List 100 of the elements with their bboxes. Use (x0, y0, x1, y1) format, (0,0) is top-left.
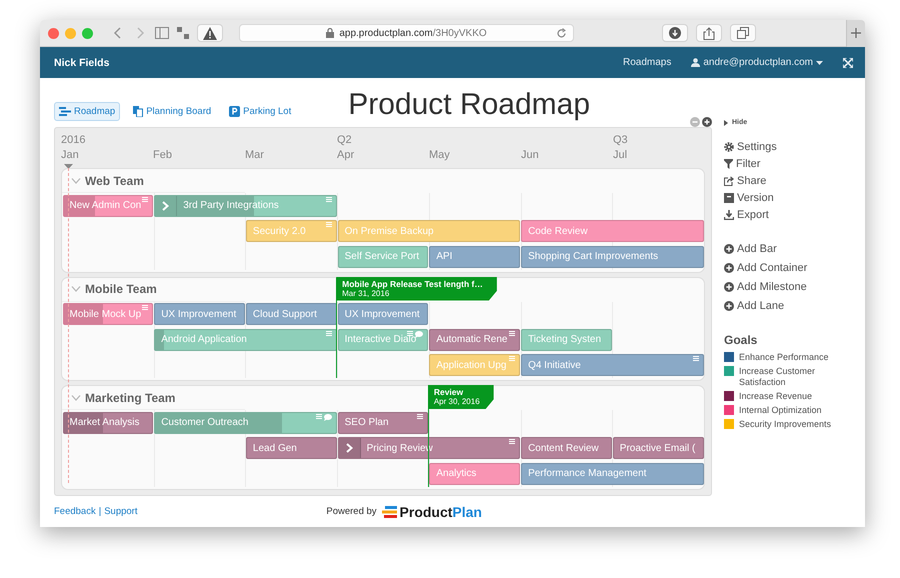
zoom-dot[interactable] (82, 28, 93, 38)
roadmap-bar[interactable]: 3rd Party Integrations (154, 194, 337, 217)
chevron-icon[interactable] (71, 286, 81, 292)
roadmap-bar[interactable]: Android Application (154, 328, 337, 351)
lane-title[interactable]: Web Team (85, 174, 144, 188)
roadmap-bar[interactable]: Interactive Dialo (338, 328, 428, 351)
roadmap-bar[interactable]: UX Improvement (154, 303, 245, 326)
roadmap-bar[interactable]: API (429, 246, 520, 268)
chevron-icon[interactable] (71, 178, 81, 184)
milestone-date: Apr 30, 2016 (434, 397, 480, 406)
pages-icon (133, 106, 144, 117)
sidebar-action[interactable]: Export (724, 209, 865, 221)
grid-icon[interactable] (177, 27, 189, 39)
reload-icon[interactable] (556, 28, 567, 39)
month-label: Jan (61, 149, 80, 161)
minimize-dot[interactable] (65, 28, 76, 38)
bar-label: Android Application (160, 334, 247, 346)
roadmap-bar[interactable]: Self Service Port (338, 246, 428, 268)
fullscreen-icon[interactable] (843, 58, 853, 68)
roadmaps-link[interactable]: Roadmaps (622, 57, 672, 68)
bar-label: Lead Gen (252, 442, 297, 454)
support-link[interactable]: Support (104, 506, 138, 517)
view-tab[interactable]: Planning Board (128, 102, 216, 121)
roadmap-bar[interactable]: Performance Management (521, 462, 704, 485)
milestone-flag[interactable]: Review Apr 30, 2016 (428, 385, 494, 409)
roadmap-bar[interactable]: Q4 Initiative (521, 354, 704, 376)
bar-label: Market Analysis (68, 417, 140, 428)
milestone-flag[interactable]: Mobile App Release Test length f… Mar 31, 2016 (336, 276, 497, 300)
lane-title[interactable]: Marketing Team (85, 390, 176, 404)
goals-heading: Goals (724, 333, 758, 347)
roadmap-bar[interactable]: Mobile Mock Up (62, 303, 154, 326)
roadmap-bar[interactable]: Content Review (521, 437, 612, 460)
bar-label: Security 2.0 (252, 226, 306, 237)
add-action[interactable]: Add Lane (724, 300, 865, 312)
tabs-icon (737, 27, 749, 39)
roadmap-bar[interactable]: New Admin Con (62, 194, 154, 217)
roadmap-bar[interactable]: SEO Plan (338, 412, 428, 434)
lane-title[interactable]: Mobile Team (85, 282, 157, 296)
tabs-button[interactable] (730, 24, 756, 42)
bar-label: API (435, 251, 452, 262)
roadmap-bar[interactable]: Analytics (429, 462, 520, 485)
month-label: Jul (613, 149, 628, 161)
roadmap-bar[interactable]: UX Improvement (338, 303, 428, 326)
bar-label: Customer Outreach (160, 417, 248, 428)
plus-circle-icon (724, 301, 734, 311)
new-tab-button[interactable] (846, 20, 865, 46)
goal-label: Increase Revenue (739, 391, 814, 402)
share-button[interactable] (696, 24, 722, 42)
user-name: Nick Fields (54, 56, 110, 68)
chevron-icon[interactable] (71, 394, 81, 400)
warning-button[interactable] (197, 24, 223, 42)
month-label: May (429, 149, 451, 161)
warning-icon (203, 26, 217, 40)
address-bar[interactable]: app.productplan.com/3H0yVKKO (239, 24, 574, 42)
download-icon (669, 27, 681, 39)
close-dot[interactable] (48, 28, 59, 38)
sidebar-action[interactable]: Settings (724, 141, 865, 153)
add-action[interactable]: Add Milestone (724, 281, 865, 293)
roadmap-bar[interactable]: Cloud Support (246, 303, 337, 326)
period-label: Q3 (613, 134, 629, 148)
period-label: 2016 (61, 134, 86, 148)
bar-label: UX Improvement (160, 308, 236, 320)
bar-label: SEO Plan (344, 417, 389, 428)
roadmap-bar[interactable]: Proactive Email ( (612, 437, 704, 460)
sidebar-action[interactable]: Version (724, 192, 865, 204)
month-label: Mar (245, 149, 265, 161)
roadmap-bar[interactable]: Shopping Cart Improvements (521, 246, 704, 268)
roadmap-bar[interactable]: Ticketing Systen (521, 328, 612, 351)
milestone-title: Review (434, 387, 464, 397)
parking-icon (229, 106, 240, 117)
roadmap-bar[interactable]: Market Analysis (62, 412, 154, 434)
roadmap-bar[interactable]: Automatic Rene (429, 328, 520, 351)
chevron-right-icon (346, 443, 353, 454)
bar-label: Q4 Initiative (527, 360, 581, 371)
sidebar-icon[interactable] (155, 27, 169, 39)
period-label: Q2 (337, 134, 353, 148)
expand-toggle[interactable] (338, 438, 361, 458)
view-tab[interactable]: Roadmap (54, 102, 120, 121)
filter-icon (724, 159, 733, 169)
download-button[interactable] (662, 24, 688, 42)
roadmap-bar[interactable]: Customer Outreach (154, 412, 337, 434)
account-menu[interactable]: andre@productplan.com (691, 57, 823, 68)
sidebar-action[interactable]: Share (724, 175, 865, 187)
month-label: Feb (153, 149, 173, 161)
bar-label: Performance Management (527, 468, 646, 480)
add-action[interactable]: Add Container (724, 262, 865, 274)
zoom-in-icon[interactable] (702, 117, 712, 127)
view-tab[interactable]: Parking Lot (224, 102, 296, 121)
roadmap-bar[interactable]: Lead Gen (246, 437, 337, 460)
sidebar-action[interactable]: Filter (724, 158, 865, 170)
feedback-link[interactable]: Feedback (54, 506, 96, 517)
caret-icon (816, 60, 823, 64)
add-action[interactable]: Add Bar (724, 243, 865, 255)
roadmap-bar[interactable]: Code Review (521, 220, 704, 242)
download-icon (724, 210, 734, 220)
bar-label: Interactive Dialo (344, 334, 416, 346)
goal-label: Enhance Performance (739, 352, 830, 363)
milestone-title: Mobile App Release Test length f… (342, 278, 483, 288)
brand-name: Product (400, 504, 452, 520)
chevron-right-icon (162, 200, 170, 211)
